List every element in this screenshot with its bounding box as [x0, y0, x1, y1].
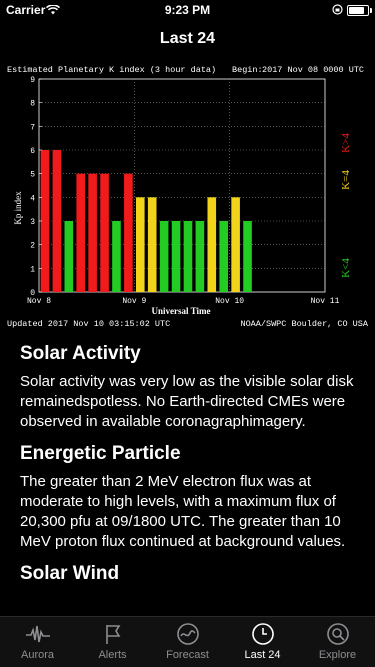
chart-title: Estimated Planetary K index (3 hour data…	[7, 65, 216, 75]
section-energetic-particle: Energetic Particle The greater than 2 Me…	[20, 442, 359, 552]
orientation-lock-icon	[332, 4, 343, 18]
kp-bar	[52, 150, 62, 292]
x-tick-labels: Nov 8 Nov 9 Nov 10 Nov 11	[27, 297, 340, 306]
chart-source-text: NOAA/SWPC Boulder, CO USA	[240, 319, 368, 329]
legend-k-greater-4: K>4	[340, 133, 352, 153]
x-tick-label: Nov 11	[311, 297, 340, 306]
kp-bar	[171, 221, 181, 292]
section-body: The greater than 2 MeV electron flux was…	[20, 473, 346, 550]
report-content: Solar Activity Solar activity was very l…	[20, 342, 359, 592]
legend-k-equal-4: K=4	[340, 170, 352, 190]
tab-label: Explore	[318, 649, 357, 661]
kp-bar	[112, 221, 121, 292]
section-title: Energetic Particle	[20, 443, 181, 464]
page-title: Last 24	[159, 30, 216, 47]
chart-begin-value: 2017 Nov 08 0000 UTC	[262, 65, 364, 75]
forecast-icon	[175, 621, 201, 647]
y-tick-label: 4	[30, 194, 35, 203]
bars	[40, 150, 252, 292]
clock-icon	[250, 621, 276, 647]
kp-bar	[100, 173, 109, 292]
section-body: Solar activity was very low as the visib…	[20, 373, 354, 430]
section-solar-activity: Solar Activity Solar activity was very l…	[20, 342, 359, 432]
explore-icon	[325, 621, 351, 647]
y-tick-label: 9	[30, 76, 35, 85]
tab-forecast[interactable]: Forecast	[150, 617, 225, 667]
legend-k-less-4: K<4	[340, 258, 352, 278]
section-title: Solar Wind	[20, 563, 120, 584]
tab-label: Last 24	[244, 649, 281, 661]
kp-bar	[76, 173, 85, 292]
kp-bar	[124, 173, 133, 292]
kp-bar	[136, 197, 145, 292]
kp-bar	[147, 197, 157, 292]
kp-bar	[219, 221, 228, 292]
section-title: Solar Activity	[20, 343, 141, 364]
chart-begin-label: Begin:	[232, 65, 263, 75]
kp-bar	[64, 221, 74, 292]
y-tick-labels: 0123456789	[30, 76, 42, 298]
y-tick-label: 5	[30, 171, 35, 180]
status-time: 9:23 PM	[164, 3, 211, 17]
kp-index-chart: Estimated Planetary K index (3 hour data…	[0, 58, 375, 333]
tab-alerts[interactable]: Alerts	[75, 617, 150, 667]
kp-bar	[195, 221, 205, 292]
y-axis-label: Kp index	[13, 191, 23, 225]
section-solar-wind: Solar Wind	[20, 562, 359, 586]
status-bar: Carrier 9:23 PM	[0, 0, 375, 20]
battery-icon	[347, 5, 372, 16]
tab-last-24[interactable]: Last 24	[225, 617, 300, 667]
y-tick-label: 3	[30, 218, 35, 227]
kp-bar	[88, 173, 97, 292]
tab-aurora[interactable]: Aurora	[0, 617, 75, 667]
y-tick-label: 8	[30, 100, 35, 109]
x-tick-label: Nov 9	[122, 297, 146, 306]
kp-bar	[207, 197, 217, 292]
aurora-icon	[25, 621, 51, 647]
kp-bar	[159, 221, 169, 292]
tab-bar: Aurora Alerts Forecast Last 24 Explore	[0, 616, 375, 667]
y-tick-label: 2	[30, 242, 35, 251]
tab-label: Alerts	[98, 649, 127, 661]
flag-icon	[100, 621, 126, 647]
kp-bar	[243, 221, 252, 292]
y-tick-label: 1	[30, 265, 35, 274]
kp-bar	[231, 197, 240, 292]
kp-bar	[183, 221, 193, 292]
tab-label: Forecast	[166, 649, 209, 661]
y-tick-label: 7	[30, 123, 35, 132]
x-tick-label: Nov 10	[215, 297, 244, 306]
y-tick-label: 6	[30, 147, 35, 156]
tab-label: Aurora	[20, 649, 55, 661]
x-axis-label: Universal Time	[152, 306, 211, 316]
tab-explore[interactable]: Explore	[300, 617, 375, 667]
chart-updated-text: Updated 2017 Nov 10 03:15:02 UTC	[7, 319, 170, 329]
x-tick-label: Nov 8	[27, 297, 51, 306]
